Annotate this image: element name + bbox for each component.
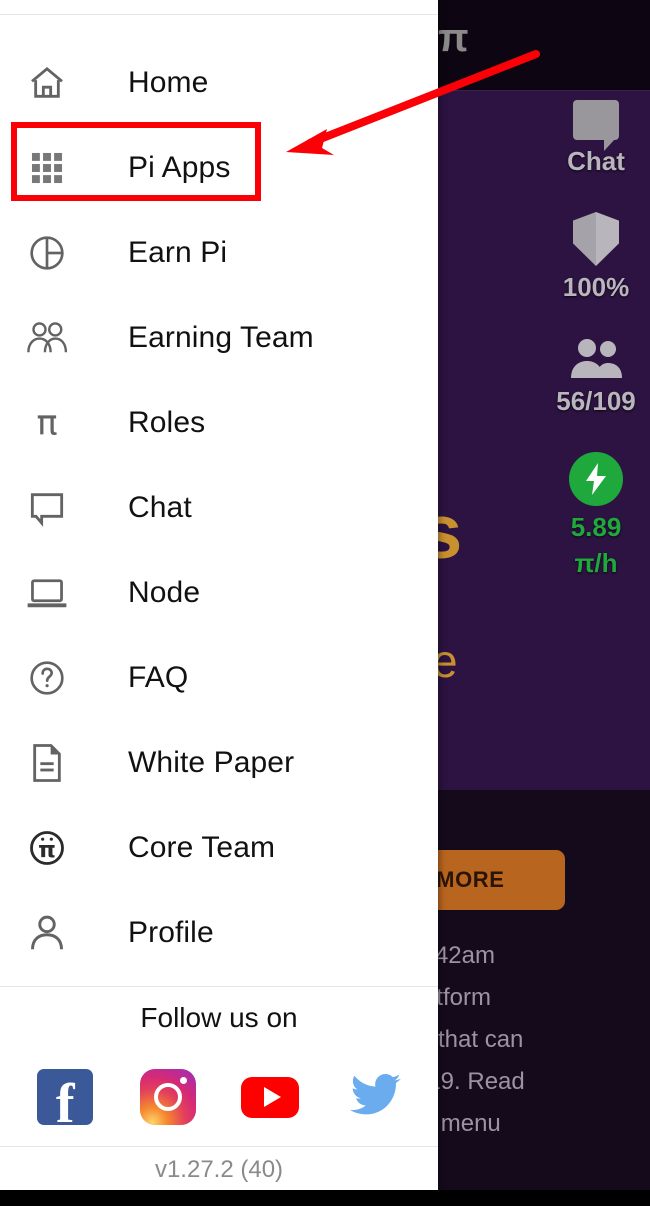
navigation-drawer: Home Pi Apps Earn Pi Earning Team π Role… — [0, 0, 438, 1190]
stat-chat[interactable]: Chat — [567, 100, 625, 176]
sidebar-item-label: Roles — [128, 405, 206, 439]
sidebar-item-label: Earning Team — [128, 320, 314, 354]
social-links-row — [0, 1068, 438, 1132]
social-link-instagram[interactable] — [139, 1068, 197, 1126]
instagram-lens — [153, 1083, 182, 1111]
chat-bubble-icon — [573, 100, 619, 151]
lightning-bolt-icon — [569, 452, 623, 506]
sidebar-item-white-paper[interactable]: White Paper — [0, 720, 438, 805]
laptop-icon — [18, 575, 76, 611]
sidebar-item-faq[interactable]: FAQ — [0, 635, 438, 720]
sidebar-item-pi-apps[interactable]: Pi Apps — [0, 125, 438, 210]
sidebar-item-roles[interactable]: π Roles — [0, 380, 438, 465]
document-icon — [18, 743, 76, 783]
chat-bubble-icon — [18, 488, 76, 528]
sidebar-item-earning-team[interactable]: Earning Team — [0, 295, 438, 380]
stat-chat-label: Chat — [567, 146, 625, 176]
follow-divider — [0, 986, 438, 987]
stat-mining-rate[interactable]: 5.89 π/h — [569, 452, 623, 578]
sidebar-item-label: White Paper — [128, 745, 295, 779]
youtube-icon — [241, 1076, 300, 1118]
pi-symbol-icon: π — [18, 403, 76, 442]
person-icon — [18, 914, 76, 952]
phone-screenshot: π s e AD MORE y 6th - 11:42am of Pi’s Pl… — [0, 0, 650, 1206]
stat-security-label: 100% — [562, 272, 630, 302]
grid-apps-icon — [18, 149, 76, 187]
play-triangle — [263, 1087, 281, 1107]
pi-circle-icon: π — [18, 828, 76, 868]
sidebar-item-label: FAQ — [128, 660, 189, 694]
sidebar-item-label: Chat — [128, 490, 192, 524]
follow-us-title: Follow us on — [140, 1002, 298, 1033]
pie-chart-icon — [18, 233, 76, 273]
sidebar-item-label: Pi Apps — [128, 150, 231, 184]
stat-team-label: 56/109 — [556, 386, 636, 416]
sidebar-item-earn-pi[interactable]: Earn Pi — [0, 210, 438, 295]
question-circle-icon — [18, 658, 76, 698]
twitter-icon — [349, 1074, 401, 1115]
sidebar-item-home[interactable]: Home — [0, 40, 438, 125]
home-icon — [18, 63, 76, 103]
instagram-dot — [179, 1077, 187, 1084]
sidebar-item-core-team[interactable]: π Core Team — [0, 805, 438, 890]
svg-text:π: π — [38, 837, 56, 863]
facebook-icon — [37, 1069, 94, 1132]
app-version-label: v1.27.2 (40) — [154, 1156, 284, 1183]
stat-rate-unit: π/h — [574, 548, 618, 578]
social-link-facebook[interactable] — [36, 1068, 94, 1132]
drawer-menu: Home Pi Apps Earn Pi Earning Team π Role… — [0, 40, 438, 975]
sidebar-item-label: Profile — [128, 915, 214, 949]
stat-security[interactable]: 100% — [562, 212, 630, 302]
people-icon — [18, 321, 76, 355]
sidebar-item-label: Earn Pi — [128, 235, 228, 269]
drawer-top-divider — [0, 14, 438, 15]
social-link-twitter[interactable] — [344, 1068, 402, 1126]
system-navigation-bar — [0, 1190, 650, 1206]
pi-logo: π — [438, 16, 469, 60]
shield-icon — [573, 212, 619, 266]
stat-team[interactable]: 56/109 — [556, 338, 636, 416]
sidebar-item-profile[interactable]: Profile — [0, 890, 438, 975]
sidebar-item-chat[interactable]: Chat — [0, 465, 438, 550]
sidebar-item-node[interactable]: Node — [0, 550, 438, 635]
instagram-icon — [139, 1069, 196, 1125]
stat-rail: Chat 100% 56/109 5.89 π/h — [548, 100, 644, 578]
svg-text:π: π — [36, 403, 57, 442]
sidebar-item-label: Home — [128, 65, 209, 99]
sidebar-item-label: Node — [128, 575, 201, 609]
people-icon — [567, 338, 625, 380]
sidebar-item-label: Core Team — [128, 830, 276, 864]
version-divider — [0, 1146, 438, 1147]
stat-rate-value: 5.89 — [570, 512, 622, 542]
social-link-youtube[interactable] — [241, 1068, 300, 1126]
